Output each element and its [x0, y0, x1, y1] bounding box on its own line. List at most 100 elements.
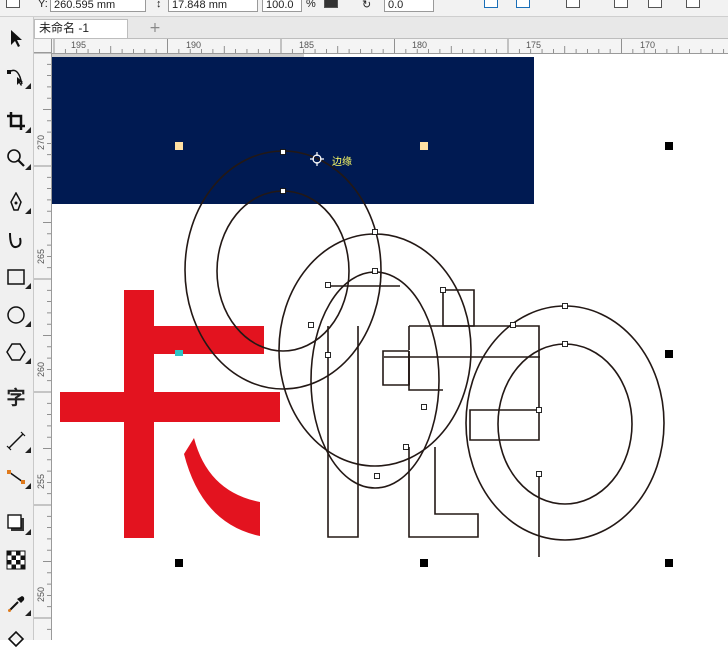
- y-position-label: Y:: [38, 0, 48, 10]
- path-node[interactable]: [536, 407, 542, 413]
- red-glyph-shape[interactable]: [60, 290, 280, 538]
- path-node[interactable]: [308, 322, 314, 328]
- selection-handle[interactable]: [420, 559, 428, 567]
- horizontal-ruler[interactable]: 195 190 185 180 175 170: [52, 39, 728, 54]
- object-position-icon[interactable]: [6, 0, 20, 8]
- fill-tool[interactable]: [3, 627, 29, 653]
- inner-ellipse-3: [497, 343, 633, 505]
- magnifier-icon: [7, 149, 25, 167]
- hruler-label: 185: [299, 40, 315, 50]
- selection-handle[interactable]: [665, 142, 673, 150]
- transparency-tool[interactable]: [3, 547, 29, 573]
- toolbox: 字: [0, 17, 34, 648]
- property-bar: Y: 260.595 mm ↕ 17.848 mm 100.0 % ↻ 0.0: [0, 0, 728, 17]
- paint-bucket-icon: [7, 630, 25, 648]
- artwork: [60, 142, 673, 567]
- rotation-icon: ↻: [362, 0, 372, 11]
- eyedropper-tool[interactable]: [3, 591, 31, 617]
- vruler-label: 250: [36, 586, 46, 602]
- vruler-label: 270: [36, 134, 46, 150]
- path-node[interactable]: [374, 473, 380, 479]
- drawing-canvas[interactable]: 边缘: [52, 54, 728, 640]
- connector-tool[interactable]: [3, 464, 31, 490]
- pen-tool[interactable]: [3, 189, 31, 215]
- scale-field[interactable]: 100.0: [262, 0, 302, 12]
- path-node[interactable]: [325, 352, 331, 358]
- pen-nib-icon: [10, 192, 22, 211]
- ruler-origin[interactable]: [34, 39, 52, 53]
- pillar-outline: [327, 326, 359, 538]
- inner-ellipse-1: [216, 190, 350, 352]
- artistic-media-tool[interactable]: [3, 227, 29, 253]
- path-node[interactable]: [280, 149, 286, 155]
- text-icon: 字: [6, 386, 26, 409]
- path-node[interactable]: [510, 322, 516, 328]
- horizontal-ruler-ticks: [53, 39, 725, 53]
- path-node[interactable]: [280, 188, 286, 194]
- arrange-back-icon[interactable]: [614, 0, 628, 8]
- path-node[interactable]: [372, 268, 378, 274]
- selection-handle[interactable]: [420, 142, 428, 150]
- checkerboard-icon: [6, 550, 26, 570]
- zoom-tool[interactable]: [3, 145, 31, 171]
- vruler-label: 260: [36, 361, 46, 377]
- hruler-label: 190: [186, 40, 202, 50]
- shape-node-icon: [7, 69, 23, 86]
- top-box: [442, 289, 475, 327]
- vertical-ruler[interactable]: 270 265 260 255 250: [34, 53, 52, 640]
- dimension-line-icon: [6, 431, 26, 451]
- rotation-angle-field[interactable]: 0.0: [384, 0, 434, 12]
- selection-handle[interactable]: [175, 559, 183, 567]
- path-node[interactable]: [421, 404, 427, 410]
- mirror-vertical-icon[interactable]: [516, 0, 530, 8]
- red-upper-bar: [154, 326, 264, 354]
- object-height-field[interactable]: 17.848 mm: [168, 0, 258, 12]
- hruler-label: 180: [412, 40, 428, 50]
- snap-hint-label: 边缘: [332, 157, 352, 168]
- vruler-label: 265: [36, 248, 46, 264]
- dimension-tool[interactable]: [3, 428, 31, 454]
- arrange-front-icon[interactable]: [566, 0, 580, 8]
- eyedropper-icon: [8, 596, 25, 612]
- mirror-horizontal-icon[interactable]: [484, 0, 498, 8]
- path-node[interactable]: [562, 303, 568, 309]
- path-node[interactable]: [325, 282, 331, 288]
- group-icon[interactable]: [648, 0, 662, 8]
- path-node[interactable]: [440, 287, 446, 293]
- tab-document[interactable]: 未命名 -1: [34, 19, 128, 38]
- selection-handle[interactable]: [665, 559, 673, 567]
- path-node[interactable]: [372, 229, 378, 235]
- path-node[interactable]: [562, 341, 568, 347]
- hexagon-icon: [6, 343, 26, 361]
- brush-stroke-icon: [9, 232, 22, 249]
- l-shape: [408, 447, 479, 538]
- y-position-field[interactable]: 260.595 mm: [50, 0, 146, 12]
- selection-handle[interactable]: [175, 142, 183, 150]
- crop-tool[interactable]: [3, 108, 31, 134]
- rectangle-icon: [7, 269, 25, 285]
- inner-ellipse-2: [310, 271, 440, 489]
- path-node[interactable]: [403, 444, 409, 450]
- ungroup-icon[interactable]: [686, 0, 700, 8]
- pick-tool[interactable]: [3, 25, 29, 51]
- hruler-label: 175: [526, 40, 542, 50]
- polygon-tool[interactable]: [3, 339, 31, 365]
- rectangle-tool[interactable]: [3, 264, 31, 290]
- selected-node-marker[interactable]: [175, 350, 183, 356]
- small-box-1: [382, 350, 410, 386]
- red-curve-stroke: [184, 438, 260, 536]
- drop-shadow-tool[interactable]: [3, 510, 31, 536]
- hruler-label: 170: [640, 40, 656, 50]
- text-tool[interactable]: 字: [3, 383, 29, 409]
- lock-ratio-icon[interactable]: [324, 0, 338, 8]
- right-frame: [409, 325, 540, 441]
- selection-handle[interactable]: [665, 350, 673, 358]
- add-tab-button[interactable]: +: [146, 20, 164, 36]
- path-node[interactable]: [536, 471, 542, 477]
- ellipse-icon: [7, 306, 25, 324]
- shape-tool[interactable]: [3, 64, 31, 90]
- ellipse-tool[interactable]: [3, 302, 31, 328]
- height-icon: ↕: [156, 0, 162, 10]
- scale-unit: %: [306, 0, 316, 10]
- red-lower-bar: [60, 392, 280, 422]
